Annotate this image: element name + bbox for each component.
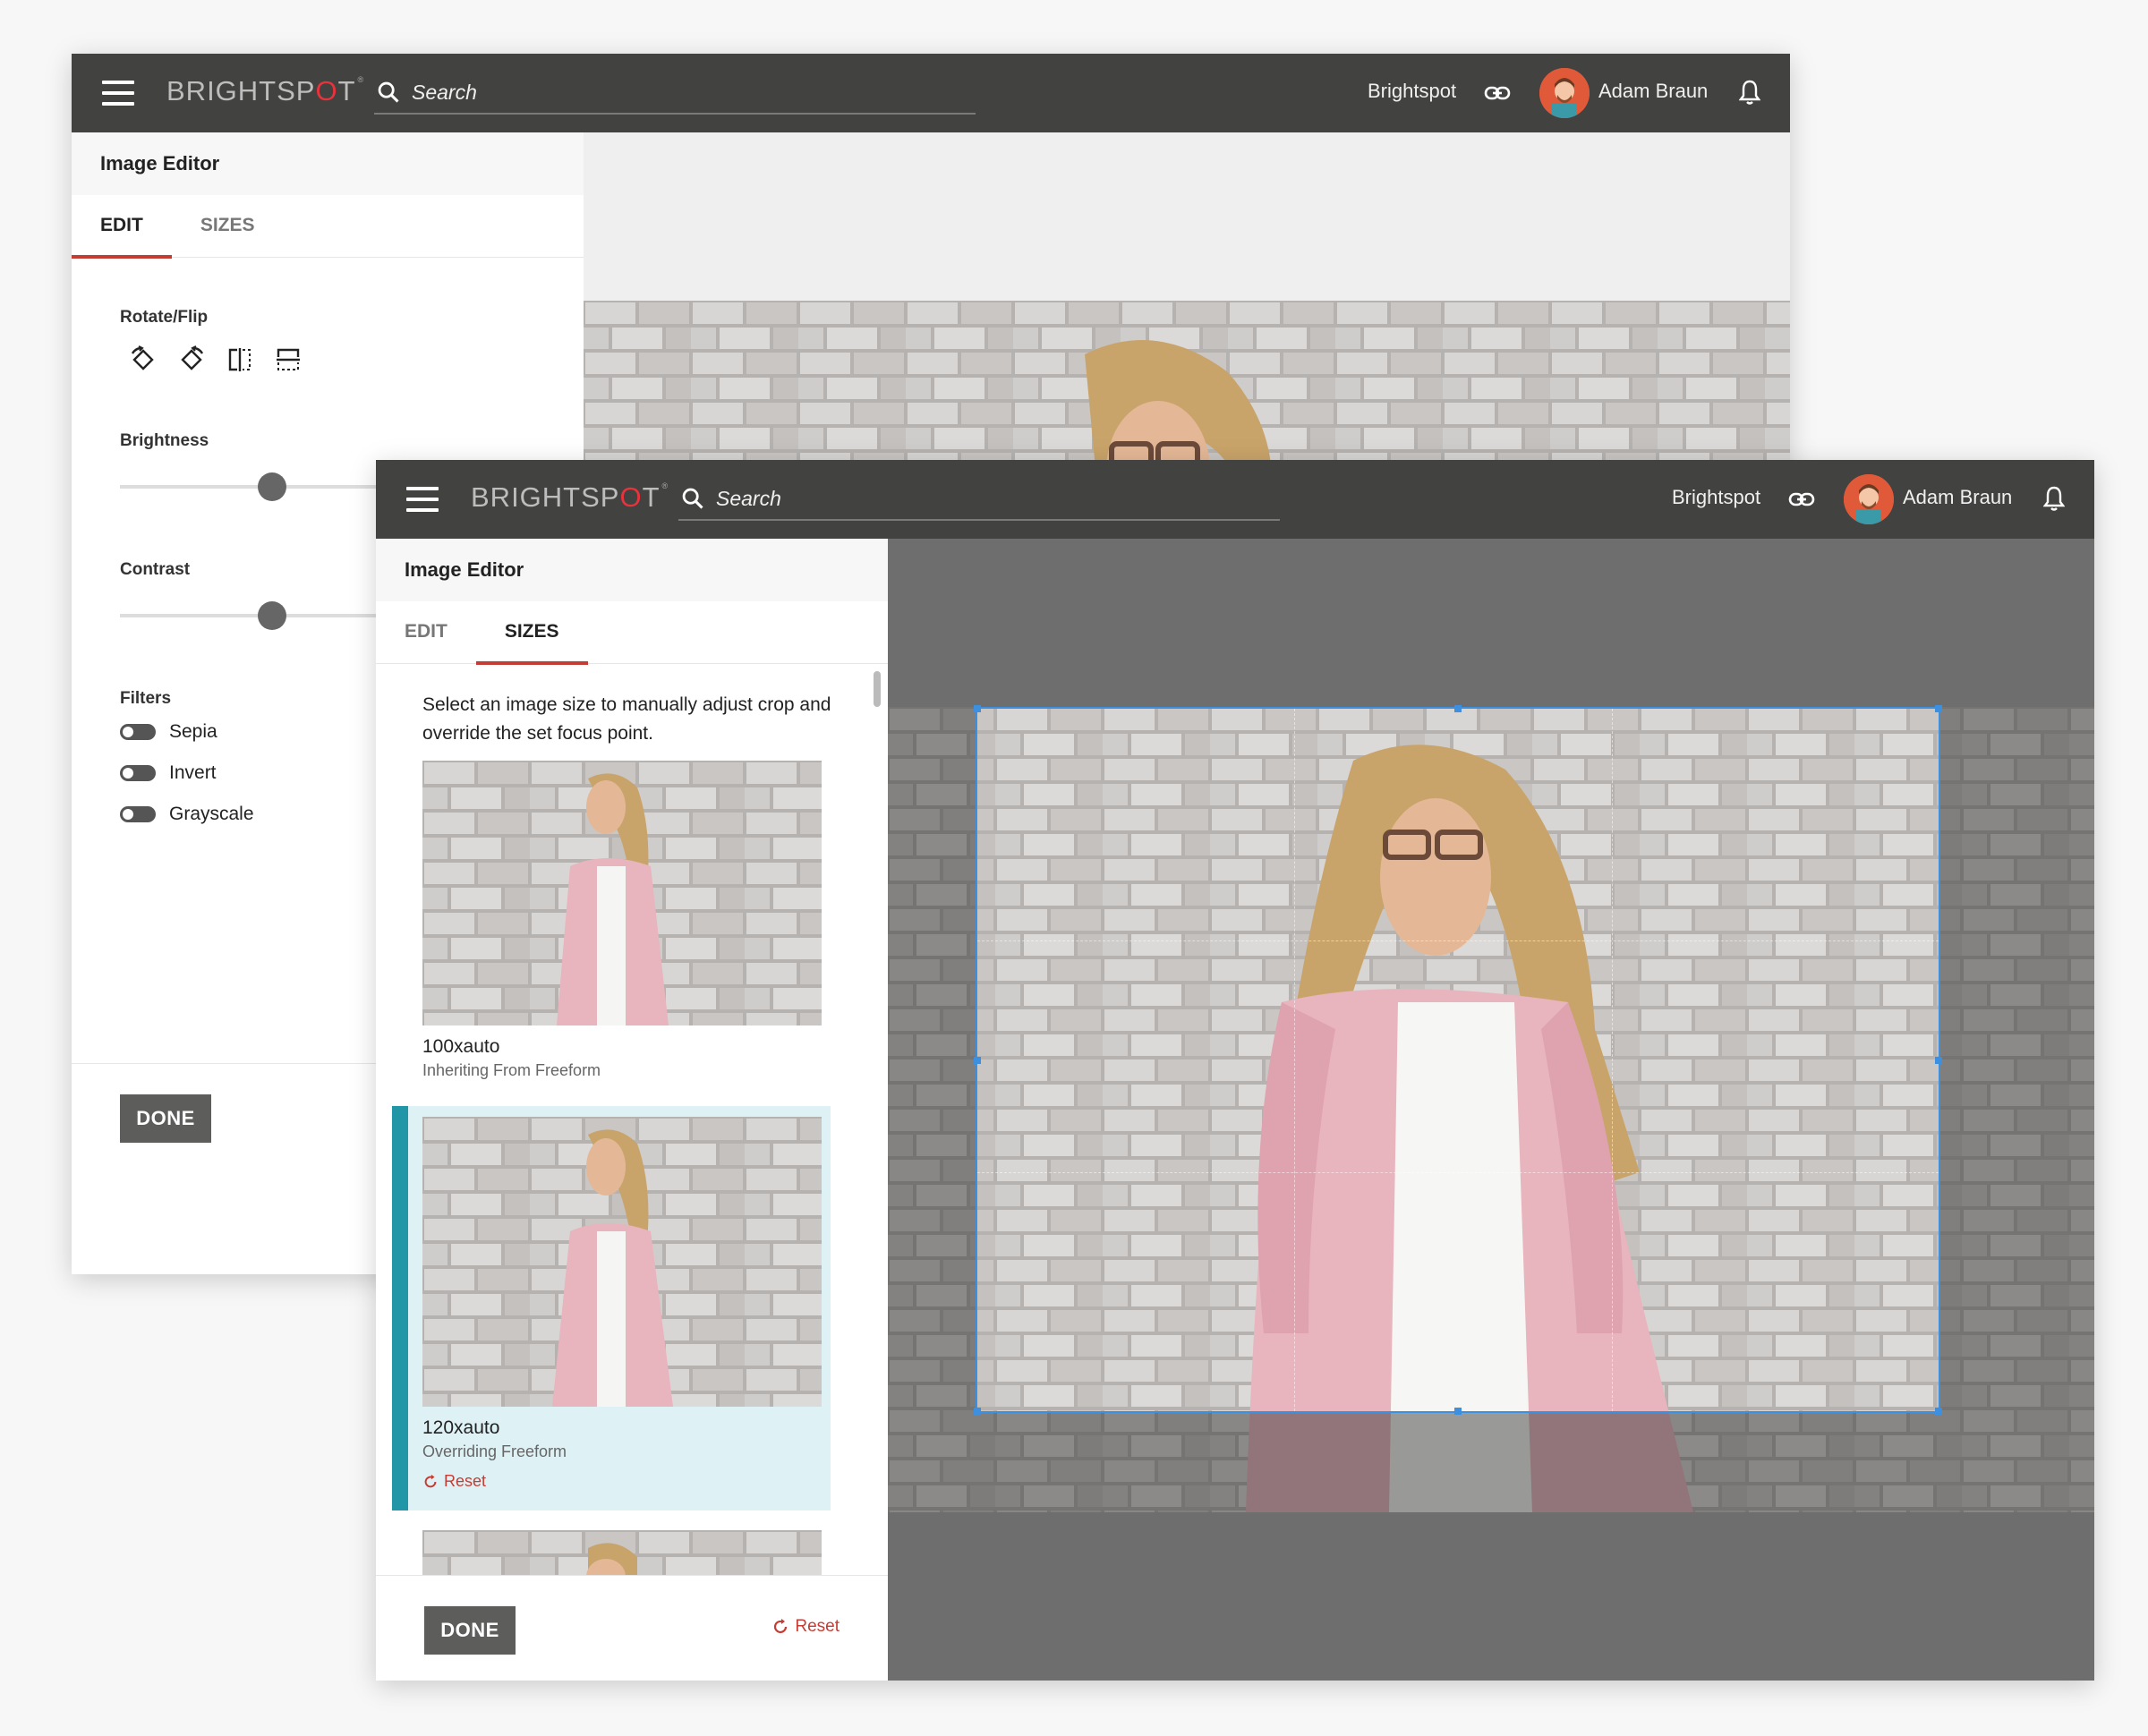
toggle-switch[interactable] — [120, 765, 156, 781]
crop-mask-right — [1940, 707, 2094, 1512]
tab-edit[interactable]: EDIT — [72, 195, 172, 259]
crop-grid-line — [977, 940, 1939, 942]
filter-label: Invert — [169, 762, 217, 783]
search-input[interactable] — [716, 486, 1253, 511]
size-title: 100xauto — [422, 1036, 500, 1057]
crop-handle-bottom[interactable] — [1454, 1408, 1462, 1415]
tab-bar: EDIT SIZES — [72, 195, 584, 259]
tab-edit[interactable]: EDIT — [376, 601, 476, 664]
crop-handle-top[interactable] — [1454, 705, 1462, 712]
crop-handle-right[interactable] — [1935, 1056, 1942, 1064]
done-button[interactable]: DONE — [424, 1606, 516, 1655]
search-icon[interactable] — [680, 486, 705, 511]
brightspot-logo[interactable]: BRIGHTSPOT ® — [166, 75, 364, 107]
bell-icon[interactable] — [2043, 485, 2065, 512]
crop-handle-top-right[interactable] — [1935, 705, 1942, 712]
crop-grid-line — [977, 1172, 1939, 1174]
size-title: 120xauto — [422, 1417, 500, 1438]
crop-handle-top-left[interactable] — [974, 705, 981, 712]
tab-bar: EDIT SIZES — [376, 601, 888, 665]
site-name[interactable]: Brightspot — [1368, 80, 1456, 103]
search-input[interactable] — [412, 80, 949, 105]
size-thumbnail[interactable] — [422, 1117, 822, 1407]
user-name[interactable]: Adam Braun — [1903, 486, 2012, 509]
crop-grid-line — [1294, 709, 1296, 1411]
reset-label: Reset — [795, 1617, 840, 1636]
link-icon[interactable] — [1484, 81, 1511, 106]
bell-icon[interactable] — [1739, 79, 1760, 106]
top-bar: BRIGHTSPOT® Brightspot Adam Braun — [376, 460, 2094, 539]
crop-mask-bottom — [976, 1413, 1940, 1512]
rotate-left-icon[interactable] — [129, 345, 158, 374]
flip-horizontal-icon[interactable] — [226, 345, 254, 374]
top-bar: BRIGHTSPOT® Brightspot Adam Braun — [72, 54, 1790, 132]
avatar[interactable] — [1539, 68, 1590, 118]
sizes-intro: Select an image size to manually adjust … — [422, 694, 831, 744]
hamburger-icon[interactable] — [406, 487, 439, 512]
crop-box[interactable] — [974, 705, 1942, 1415]
tab-sizes[interactable]: SIZES — [475, 601, 588, 665]
tab-sizes[interactable]: SIZES — [172, 195, 284, 258]
toggle-switch[interactable] — [120, 724, 156, 740]
crop-handle-bottom-right[interactable] — [1935, 1408, 1942, 1415]
done-button[interactable]: DONE — [120, 1094, 211, 1143]
filter-label: Grayscale — [169, 804, 254, 824]
rotate-flip-controls — [129, 345, 535, 374]
filter-label: Sepia — [169, 721, 217, 742]
size-item-next[interactable] — [392, 1530, 831, 1575]
editor-panel: Image Editor EDIT SIZES Select an image … — [376, 539, 888, 1681]
scrollbar[interactable] — [874, 671, 881, 707]
size-thumbnail[interactable] — [422, 1530, 822, 1575]
link-icon[interactable] — [1788, 487, 1815, 512]
crop-handle-bottom-left[interactable] — [974, 1408, 981, 1415]
site-name[interactable]: Brightspot — [1672, 486, 1760, 509]
crop-mask-left — [888, 707, 976, 1512]
panel-title: Image Editor — [72, 132, 584, 195]
size-subtitle: Inheriting From Freeform — [422, 1061, 601, 1079]
reset-icon — [774, 1619, 788, 1634]
size-reset-link[interactable]: Reset — [422, 1472, 567, 1491]
reset-all-link[interactable]: Reset — [771, 1617, 840, 1637]
crop-canvas — [888, 539, 2094, 1681]
reset-label: Reset — [444, 1472, 487, 1490]
reset-icon — [424, 1474, 437, 1487]
image-editor-window-sizes: BRIGHTSPOT® Brightspot Adam Braun Image … — [376, 460, 2094, 1681]
size-item-120xauto[interactable]: 120xauto Overriding Freeform Reset — [392, 1106, 831, 1510]
crop-handle-left[interactable] — [974, 1056, 981, 1064]
avatar[interactable] — [1844, 474, 1894, 524]
search-bar — [374, 72, 976, 115]
slider-thumb[interactable] — [258, 472, 286, 501]
hamburger-icon[interactable] — [102, 81, 134, 106]
rotate-flip-label: Rotate/Flip — [120, 308, 209, 327]
size-thumbnail[interactable] — [422, 761, 822, 1025]
size-item-100xauto[interactable]: 100xauto Inheriting From Freeform — [392, 761, 831, 1101]
slider-thumb[interactable] — [258, 601, 286, 630]
brightness-label: Brightness — [120, 431, 209, 450]
search-bar — [678, 478, 1280, 521]
crop-grid-line — [1611, 709, 1613, 1411]
toggle-switch[interactable] — [120, 806, 156, 822]
user-name[interactable]: Adam Braun — [1598, 80, 1708, 103]
sizes-list: Select an image size to manually adjust … — [376, 664, 888, 1575]
rotate-right-icon[interactable] — [177, 345, 206, 374]
flip-vertical-icon[interactable] — [274, 345, 303, 374]
size-subtitle: Overriding Freeform — [422, 1442, 567, 1460]
panel-title: Image Editor — [376, 539, 888, 601]
search-icon[interactable] — [376, 80, 401, 105]
panel-footer: DONE Reset — [376, 1575, 888, 1681]
brightspot-logo[interactable]: BRIGHTSPOT ® — [471, 481, 669, 514]
